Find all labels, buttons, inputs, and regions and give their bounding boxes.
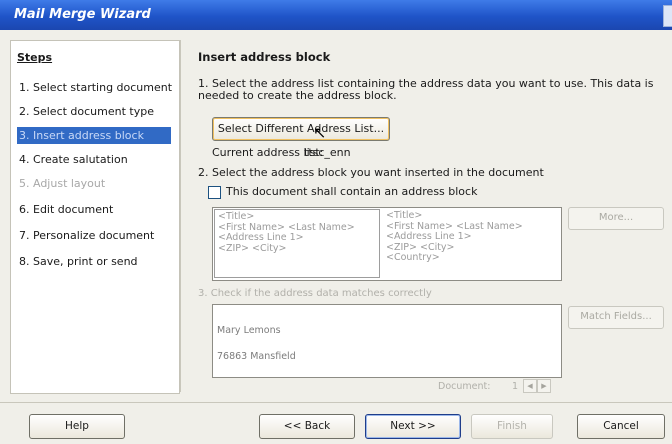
footer-separator: [0, 402, 672, 403]
next-document-button[interactable]: ▶: [537, 379, 551, 393]
step-insert-address-block[interactable]: 3. Insert address block: [17, 127, 171, 144]
mouse-cursor-icon: ↖: [313, 123, 327, 142]
step-create-salutation[interactable]: 4. Create salutation: [17, 151, 171, 168]
instruction-select-block: 2. Select the address block you want ins…: [198, 166, 544, 179]
address-line: <ZIP> <City>: [218, 242, 287, 254]
address-line: <Title>: [218, 211, 255, 222]
select-address-list-button[interactable]: Select Different Address List... ↖: [212, 117, 390, 141]
finish-button: Finish: [471, 414, 553, 439]
select-address-list-label: Select Different Address List...: [217, 122, 385, 135]
step-select-document-type[interactable]: 2. Select document type: [17, 103, 171, 120]
more-button[interactable]: More...: [568, 207, 664, 230]
instruction-check-address-data: 3. Check if the address data matches cor…: [198, 288, 432, 299]
page-title: Insert address block: [198, 50, 331, 64]
address-line: <Address Line 1>: [386, 231, 472, 242]
step-edit-document[interactable]: 6. Edit document: [17, 201, 171, 218]
address-line: <Address Line 1>: [218, 232, 304, 243]
address-preview: Mary Lemons 76863 Mansfield: [212, 304, 562, 378]
preview-line: 76863 Mansfield: [217, 351, 296, 362]
pane-divider: [180, 40, 181, 392]
address-line: <Country>: [386, 252, 440, 263]
help-button[interactable]: Help: [29, 414, 125, 439]
step-adjust-layout: 5. Adjust layout: [19, 177, 106, 190]
step-content: Insert address block 1. Select the addre…: [190, 40, 672, 395]
window-title: Mail Merge Wizard: [14, 7, 151, 22]
step-save-print-send[interactable]: 8. Save, print or send: [17, 253, 171, 270]
steps-pane: Steps 1. Select starting document 2. Sel…: [10, 40, 180, 394]
document-label: Document:: [438, 381, 491, 392]
arrow-left-icon: ◀: [527, 382, 533, 390]
address-block-checkbox-label[interactable]: This document shall contain an address b…: [226, 185, 477, 198]
arrow-right-icon: ▶: [541, 382, 547, 390]
cancel-button[interactable]: Cancel: [577, 414, 665, 439]
preview-line: Mary Lemons: [217, 325, 281, 336]
previous-document-button[interactable]: ◀: [523, 379, 537, 393]
instruction-select-address-list: 1. Select the address list containing th…: [198, 77, 654, 102]
address-block-option-2[interactable]: <Title> <First Name> <Last Name> <Addres…: [383, 209, 559, 278]
current-list-value: ttsc_enn: [304, 146, 351, 159]
address-block-option-1[interactable]: <Title> <First Name> <Last Name> <Addres…: [214, 209, 380, 278]
steps-heading: Steps: [17, 51, 53, 64]
title-bar: Mail Merge Wizard: [0, 0, 672, 30]
address-block-checkbox[interactable]: [208, 186, 221, 199]
address-line: <Title>: [386, 210, 423, 221]
back-button[interactable]: << Back: [259, 414, 355, 439]
document-number: 1: [512, 381, 519, 392]
step-select-starting-document[interactable]: 1. Select starting document: [17, 79, 172, 96]
mail-merge-wizard-window: Mail Merge Wizard Steps 1. Select starti…: [0, 0, 672, 444]
next-button[interactable]: Next >>: [365, 414, 461, 439]
title-bar-button[interactable]: [663, 5, 672, 27]
match-fields-button[interactable]: Match Fields...: [568, 306, 664, 329]
step-personalize-document[interactable]: 7. Personalize document: [17, 227, 171, 244]
address-block-list: <Title> <First Name> <Last Name> <Addres…: [212, 207, 562, 281]
